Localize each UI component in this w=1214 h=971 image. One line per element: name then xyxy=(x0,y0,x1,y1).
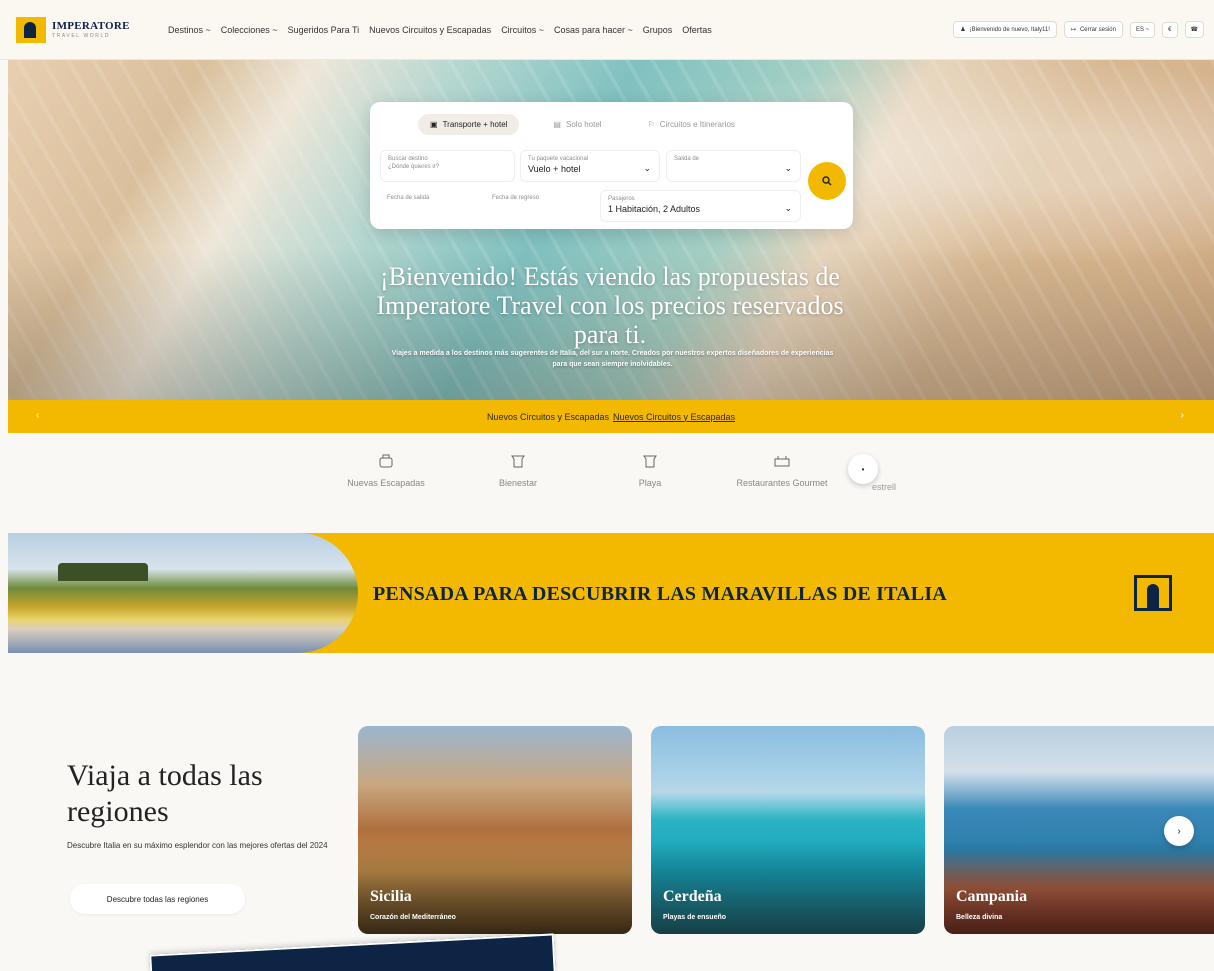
category-label: Bienestar xyxy=(498,478,538,488)
search-widget: ▣ Transporte + hotel ▤ Solo hotel ⚐ Circ… xyxy=(370,102,853,229)
passengers-select[interactable]: Pasajeros 1 Habitación, 2 Adultos ⌄ xyxy=(600,190,801,222)
tab-label: Circuitos e Itinerarios xyxy=(659,120,735,129)
card-title: Sicilia xyxy=(370,888,412,905)
hero-subtitle: Viajes a medida a los destinos más suger… xyxy=(391,350,834,368)
regions-title: Viaja a todas las regiones xyxy=(67,759,263,828)
category-restaurantes-gourmet[interactable]: Restaurantes Gourmet xyxy=(716,454,848,488)
card-title: Cerdeña xyxy=(663,888,722,905)
user-icon: ♟ xyxy=(960,27,966,33)
regions-description: Descubre Italia en su máximo esplendor c… xyxy=(67,841,328,850)
date-out-field[interactable]: Fecha de salida xyxy=(380,190,480,220)
destination-placeholder: ¿Dónde quieres ir? xyxy=(388,164,440,170)
nav-sugeridos[interactable]: Sugeridos Para Ti xyxy=(288,25,360,35)
beach-icon xyxy=(643,455,657,468)
account-button[interactable]: ♟ ¡Bienvenido de nuevo, Italy11! xyxy=(953,21,1057,38)
category-label: Playa xyxy=(638,478,662,488)
card-subtitle: Belleza divina xyxy=(956,914,1003,921)
route-icon: ⚐ xyxy=(647,120,655,129)
tab-label: Solo hotel xyxy=(565,120,602,129)
phone-icon: ☎ xyxy=(1190,27,1198,33)
departure-label: Salida de xyxy=(674,156,700,162)
chevron-down-icon: ⌄ xyxy=(784,203,792,213)
suitcase-icon xyxy=(379,454,393,468)
nav-nuevos-circuitos[interactable]: Nuevos Circuitos y Escapadas xyxy=(369,25,491,35)
nav-circuitos[interactable]: Circuitos ~ xyxy=(501,25,544,35)
nav-cosas-para-hacer[interactable]: Cosas para hacer ~ xyxy=(554,25,633,35)
chevron-down-icon: ⌄ xyxy=(643,163,651,173)
welcome-text: ¡Bienvenido de nuevo, Italy11! xyxy=(969,26,1050,33)
tab-label: Transporte + hotel xyxy=(442,120,508,129)
promo-band: ‹ Nuevos Circuitos y Escapadas Nuevos Ci… xyxy=(8,400,1214,433)
category-label: Nuevas Escapadas xyxy=(347,478,425,488)
search-button[interactable] xyxy=(808,162,846,200)
tab-circuitos[interactable]: ⚐ Circuitos e Itinerarios xyxy=(636,114,747,135)
currency-select[interactable]: € xyxy=(1162,21,1178,38)
all-regions-button[interactable]: Descubre todas las regiones xyxy=(70,884,245,914)
hero-title: ¡Bienvenido! Estás viendo las propuestas… xyxy=(376,262,844,349)
promo-link[interactable]: Nuevos Circuitos y Escapadas xyxy=(613,412,735,422)
brand-banner: PENSADA PARA DESCUBRIR LAS MARAVILLAS DE… xyxy=(8,533,1214,653)
spa-icon xyxy=(511,455,525,468)
category-next-button[interactable]: • xyxy=(848,454,878,484)
chat-widget-tab[interactable] xyxy=(149,933,556,971)
tab-transporte-hotel[interactable]: ▣ Transporte + hotel xyxy=(418,114,520,135)
bed-icon: ▤ xyxy=(553,120,561,129)
date-back-field[interactable]: Fecha de regreso xyxy=(485,190,585,220)
chevron-right-icon[interactable]: › xyxy=(1181,410,1184,421)
logo-name: IMPERATORE xyxy=(52,19,130,32)
banner-title: PENSADA PARA DESCUBRIR LAS MARAVILLAS DE… xyxy=(373,583,947,605)
category-playa[interactable]: Playa xyxy=(584,454,716,488)
category-strip: Nuevas Escapadas Bienestar Playa Restaur… xyxy=(320,454,848,488)
category-bienestar[interactable]: Bienestar xyxy=(452,454,584,488)
nav-destinos[interactable]: Destinos ~ xyxy=(168,25,211,35)
logout-button[interactable]: ↦ Cerrar sesión xyxy=(1063,21,1123,38)
passengers-label: Pasajeros xyxy=(608,196,635,202)
destination-label: Buscar destino xyxy=(388,156,428,162)
nav-ofertas[interactable]: Ofertas xyxy=(682,25,712,35)
nav-colecciones[interactable]: Colecciones ~ xyxy=(221,25,278,35)
suitcase-icon: ▣ xyxy=(430,120,438,129)
card-subtitle: Playas de ensueño xyxy=(663,914,727,921)
nav-grupos[interactable]: Grupos xyxy=(643,25,673,35)
category-peek-label: estrell xyxy=(872,482,897,492)
logout-label: Cerrar sesión xyxy=(1079,26,1116,33)
date-out-label: Fecha de salida xyxy=(387,195,430,201)
dot-icon: • xyxy=(861,464,865,474)
tab-solo-hotel[interactable]: ▤ Solo hotel xyxy=(541,114,613,135)
package-select[interactable]: Tu paquete vacacional Vuelo + hotel ⌄ xyxy=(520,150,660,182)
passengers-value: 1 Habitación, 2 Adultos xyxy=(608,204,701,214)
region-card-sicilia[interactable]: Sicilia Corazón del Mediterráneo xyxy=(358,726,632,934)
logout-icon: ↦ xyxy=(1070,27,1076,33)
phone-button[interactable]: ☎ xyxy=(1184,21,1204,38)
chevron-down-icon: ⌄ xyxy=(784,163,792,173)
card-subtitle: Corazón del Mediterráneo xyxy=(370,914,456,921)
chevron-right-icon: › xyxy=(1177,825,1181,837)
logo-subtitle: TRAVEL WORLD xyxy=(52,32,111,39)
search-icon xyxy=(822,176,832,186)
category-nuevas-escapadas[interactable]: Nuevas Escapadas xyxy=(320,454,452,488)
category-label: Restaurantes Gourmet xyxy=(736,478,828,488)
logo-mark-icon xyxy=(16,16,46,43)
banner-image xyxy=(8,533,358,653)
chevron-left-icon[interactable]: ‹ xyxy=(36,410,39,421)
logo[interactable]: IMPERATORE TRAVEL WORLD xyxy=(16,16,146,43)
language-select[interactable]: ES ~ xyxy=(1129,21,1156,38)
card-title: Campania xyxy=(956,888,1028,905)
promo-text: Nuevos Circuitos y Escapadas xyxy=(486,411,609,422)
date-back-label: Fecha de regreso xyxy=(492,195,540,201)
package-value: Vuelo + hotel xyxy=(528,164,581,174)
package-label: Tu paquete vacacional xyxy=(528,156,589,162)
site-header: IMPERATORE TRAVEL WORLD Destinos ~ Colec… xyxy=(0,0,1214,60)
restaurant-icon xyxy=(774,456,790,467)
search-tabs: ▣ Transporte + hotel ▤ Solo hotel ⚐ Circ… xyxy=(418,114,747,135)
region-card-cerdena[interactable]: Cerdeña Playas de ensueño xyxy=(651,726,925,934)
carousel-next-button[interactable]: › xyxy=(1164,816,1194,846)
departure-select[interactable]: Salida de ⌄ xyxy=(666,150,801,182)
destination-field[interactable]: Buscar destino ¿Dónde quieres ir? xyxy=(380,150,515,182)
brand-logo-icon xyxy=(1134,575,1172,611)
main-nav: Destinos ~ Colecciones ~ Sugeridos Para … xyxy=(168,25,712,35)
